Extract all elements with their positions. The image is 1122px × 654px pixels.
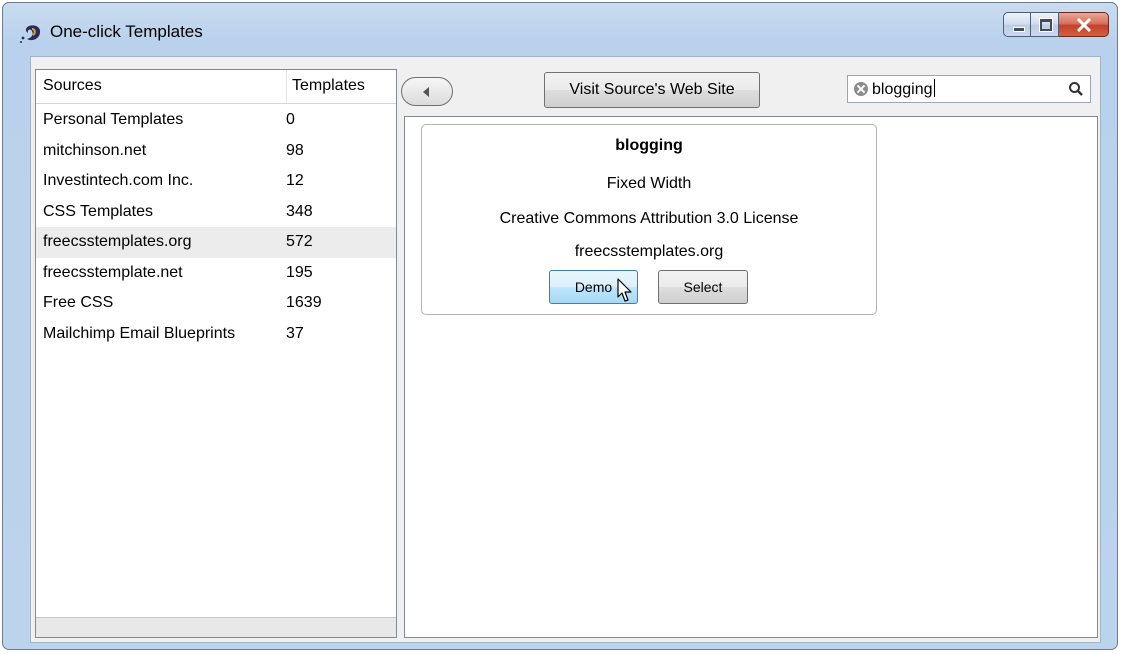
template-layout: Fixed Width bbox=[606, 175, 692, 192]
source-name: CSS Templates bbox=[43, 202, 153, 220]
list-item[interactable]: CSS Templates 348 bbox=[36, 197, 396, 228]
text-caret bbox=[933, 79, 935, 97]
sources-rows: Personal Templates 0 mitchinson.net 98 I… bbox=[36, 105, 396, 349]
search-value: blogging bbox=[872, 81, 933, 98]
maximize-button[interactable] bbox=[1031, 12, 1059, 37]
source-name: Investintech.com Inc. bbox=[43, 172, 194, 189]
select-button[interactable]: Select bbox=[658, 270, 748, 304]
template-count: 348 bbox=[286, 202, 313, 220]
sources-list-header: Sources Templates bbox=[36, 70, 396, 104]
list-item[interactable]: Investintech.com Inc. 12 bbox=[36, 166, 396, 197]
search-input[interactable]: blogging bbox=[872, 79, 935, 99]
search-field[interactable]: blogging bbox=[847, 75, 1091, 103]
title-bar[interactable]: One-click Templates bbox=[3, 3, 1117, 55]
template-license: Creative Commons Attribution 3.0 License bbox=[499, 210, 799, 227]
template-count: 12 bbox=[286, 172, 304, 189]
source-name: mitchinson.net bbox=[43, 141, 147, 159]
search-icon[interactable] bbox=[1068, 81, 1084, 97]
template-card: blogging Fixed Width Creative Commons At… bbox=[421, 124, 877, 315]
back-button[interactable] bbox=[401, 77, 453, 106]
template-title: blogging bbox=[615, 137, 683, 154]
list-item[interactable]: mitchinson.net 98 bbox=[36, 136, 396, 167]
horizontal-scrollbar[interactable] bbox=[36, 617, 396, 637]
template-count: 1639 bbox=[286, 294, 322, 311]
list-item[interactable]: Mailchimp Email Blueprints 37 bbox=[36, 319, 396, 350]
source-name: Personal Templates bbox=[43, 111, 184, 128]
swirl-logo-icon bbox=[20, 25, 41, 43]
source-name: freecsstemplate.net bbox=[43, 263, 183, 281]
clear-search-icon[interactable] bbox=[854, 82, 868, 96]
template-count: 37 bbox=[286, 324, 304, 342]
minimize-button[interactable] bbox=[1003, 12, 1031, 37]
client-area: Sources Templates Personal Templates 0 m… bbox=[30, 56, 1101, 643]
source-name: Free CSS bbox=[43, 294, 114, 311]
templates-results-panel: blogging Fixed Width Creative Commons At… bbox=[404, 116, 1098, 638]
window-title: One-click Templates bbox=[50, 22, 203, 41]
template-count: 195 bbox=[286, 263, 313, 281]
sources-list: Sources Templates Personal Templates 0 m… bbox=[35, 69, 397, 638]
close-icon bbox=[1076, 18, 1092, 32]
caption-buttons bbox=[1003, 12, 1109, 39]
column-divider[interactable] bbox=[286, 70, 287, 103]
close-button[interactable] bbox=[1059, 12, 1109, 37]
template-source: freecsstemplates.org bbox=[574, 243, 724, 260]
list-item[interactable]: Personal Templates 0 bbox=[36, 105, 396, 136]
list-item[interactable]: freecsstemplate.net 195 bbox=[36, 258, 396, 289]
list-item-selected[interactable]: freecsstemplates.org 572 bbox=[36, 227, 396, 258]
back-arrow-icon bbox=[423, 87, 429, 97]
source-name: freecsstemplates.org bbox=[43, 233, 192, 250]
template-count: 572 bbox=[286, 233, 313, 250]
sources-column-header[interactable]: Sources bbox=[43, 77, 102, 95]
list-item[interactable]: Free CSS 1639 bbox=[36, 288, 396, 319]
mouse-pointer-icon bbox=[617, 278, 632, 302]
template-count: 98 bbox=[286, 141, 304, 159]
app-window: One-click Templates Sources Templates Pe… bbox=[2, 2, 1118, 650]
source-name: Mailchimp Email Blueprints bbox=[43, 324, 236, 342]
visit-source-website-button[interactable]: Visit Source's Web Site bbox=[544, 72, 760, 108]
templates-column-header[interactable]: Templates bbox=[292, 77, 365, 95]
template-count: 0 bbox=[286, 111, 295, 128]
